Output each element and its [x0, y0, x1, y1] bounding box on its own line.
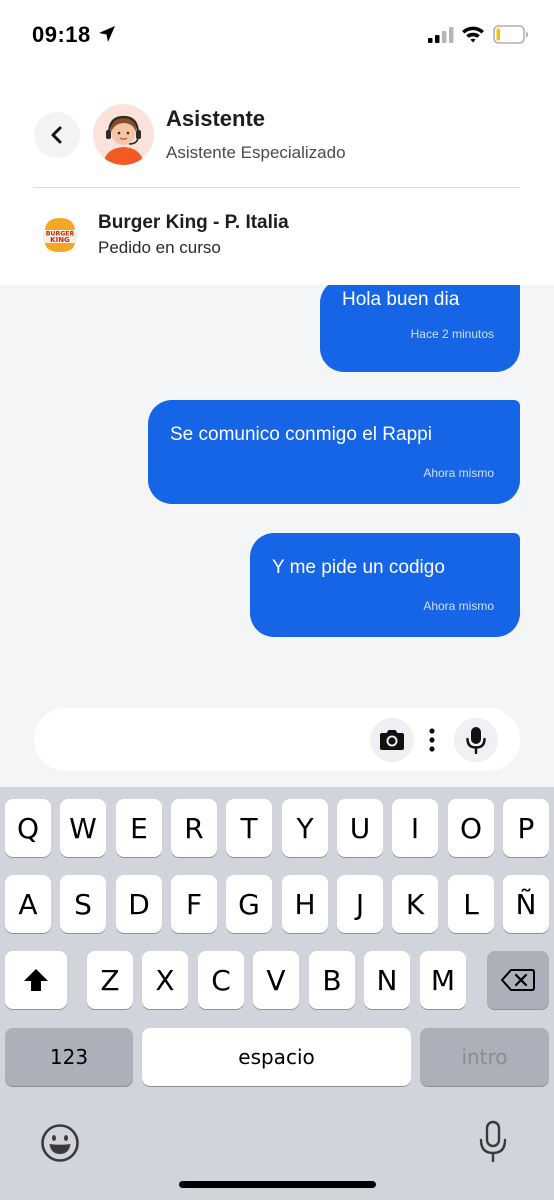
camera-button[interactable]	[370, 718, 414, 762]
key-y[interactable]: Y	[282, 799, 328, 857]
key-k[interactable]: K	[392, 875, 438, 933]
backspace-icon	[501, 969, 535, 991]
key-f[interactable]: F	[171, 875, 217, 933]
key-b[interactable]: B	[309, 951, 355, 1009]
key-d[interactable]: D	[116, 875, 162, 933]
key-i[interactable]: I	[392, 799, 438, 857]
message-time: Hace 2 minutos	[410, 327, 494, 341]
wifi-icon	[462, 26, 484, 43]
message-text: Hola buen dia	[342, 289, 460, 310]
key-c[interactable]: C	[198, 951, 244, 1009]
order-status: Pedido en curso	[98, 238, 221, 257]
signal-icon	[428, 27, 454, 43]
message-text: Se comunico conmigo el Rappi	[170, 424, 432, 445]
key-x[interactable]: X	[142, 951, 188, 1009]
keyboard: Q W E R T Y U I O P A S D F G H J K L Ñ …	[0, 787, 554, 1200]
agent-name: Asistente	[166, 106, 266, 131]
key-g[interactable]: G	[226, 875, 272, 933]
key-s[interactable]: S	[60, 875, 106, 933]
key-m[interactable]: M	[420, 951, 466, 1009]
dictation-icon[interactable]	[478, 1120, 508, 1164]
camera-icon	[380, 730, 404, 750]
assistant-avatar-icon	[103, 115, 144, 165]
message-input[interactable]	[34, 708, 520, 771]
message-time: Ahora mismo	[423, 466, 494, 480]
key-a[interactable]: A	[5, 875, 51, 933]
emoji-icon[interactable]	[40, 1123, 80, 1163]
agent-subtitle: Asistente Especializado	[166, 143, 346, 162]
key-j[interactable]: J	[337, 875, 383, 933]
key-e[interactable]: E	[116, 799, 162, 857]
message-time: Ahora mismo	[423, 599, 494, 613]
logo-text-king: KING	[50, 236, 70, 244]
key-q[interactable]: Q	[5, 799, 51, 857]
backspace-key[interactable]	[487, 951, 549, 1009]
key-o[interactable]: O	[448, 799, 494, 857]
chat-header: Asistente Asistente Especializado BURGER…	[0, 70, 554, 285]
shift-key[interactable]	[5, 951, 67, 1009]
header-divider	[33, 187, 520, 188]
return-key[interactable]: intro	[420, 1028, 549, 1086]
message-text: Y me pide un codigo	[272, 557, 445, 578]
key-u[interactable]: U	[337, 799, 383, 857]
microphone-icon	[466, 727, 486, 754]
key-z[interactable]: Z	[87, 951, 133, 1009]
more-vertical-icon	[429, 728, 435, 752]
avatar	[93, 104, 154, 165]
location-arrow-icon	[99, 26, 115, 42]
numbers-key[interactable]: 123	[5, 1028, 133, 1086]
key-r[interactable]: R	[171, 799, 217, 857]
burger-king-logo: BURGER KING	[43, 218, 77, 252]
status-bar: 09:18	[0, 0, 554, 70]
key-w[interactable]: W	[60, 799, 106, 857]
key-n[interactable]: N	[364, 951, 410, 1009]
chevron-left-icon	[51, 126, 62, 144]
key-l[interactable]: L	[448, 875, 494, 933]
battery-icon	[493, 25, 528, 44]
status-time: 09:18	[32, 22, 91, 47]
message-bubble: Hola buen dia Hace 2 minutos	[320, 285, 520, 372]
key-n-tilde[interactable]: Ñ	[503, 875, 549, 933]
shift-icon	[24, 969, 48, 991]
key-h[interactable]: H	[282, 875, 328, 933]
key-p[interactable]: P	[503, 799, 549, 857]
key-v[interactable]: V	[253, 951, 299, 1009]
message-bubble: Y me pide un codigo Ahora mismo	[250, 533, 520, 637]
chat-area: Hola buen dia Hace 2 minutos Se comunico…	[0, 285, 554, 787]
key-t[interactable]: T	[226, 799, 272, 857]
space-key[interactable]: espacio	[142, 1028, 411, 1086]
home-indicator	[179, 1181, 376, 1188]
more-options-button[interactable]	[422, 722, 442, 758]
message-bubble: Se comunico conmigo el Rappi Ahora mismo	[148, 400, 520, 504]
voice-message-button[interactable]	[454, 718, 498, 762]
back-button[interactable]	[34, 112, 80, 158]
store-name: Burger King - P. Italia	[98, 212, 289, 233]
chat-screen: 09:18 Asistente Asistente Especializado …	[0, 0, 554, 1200]
